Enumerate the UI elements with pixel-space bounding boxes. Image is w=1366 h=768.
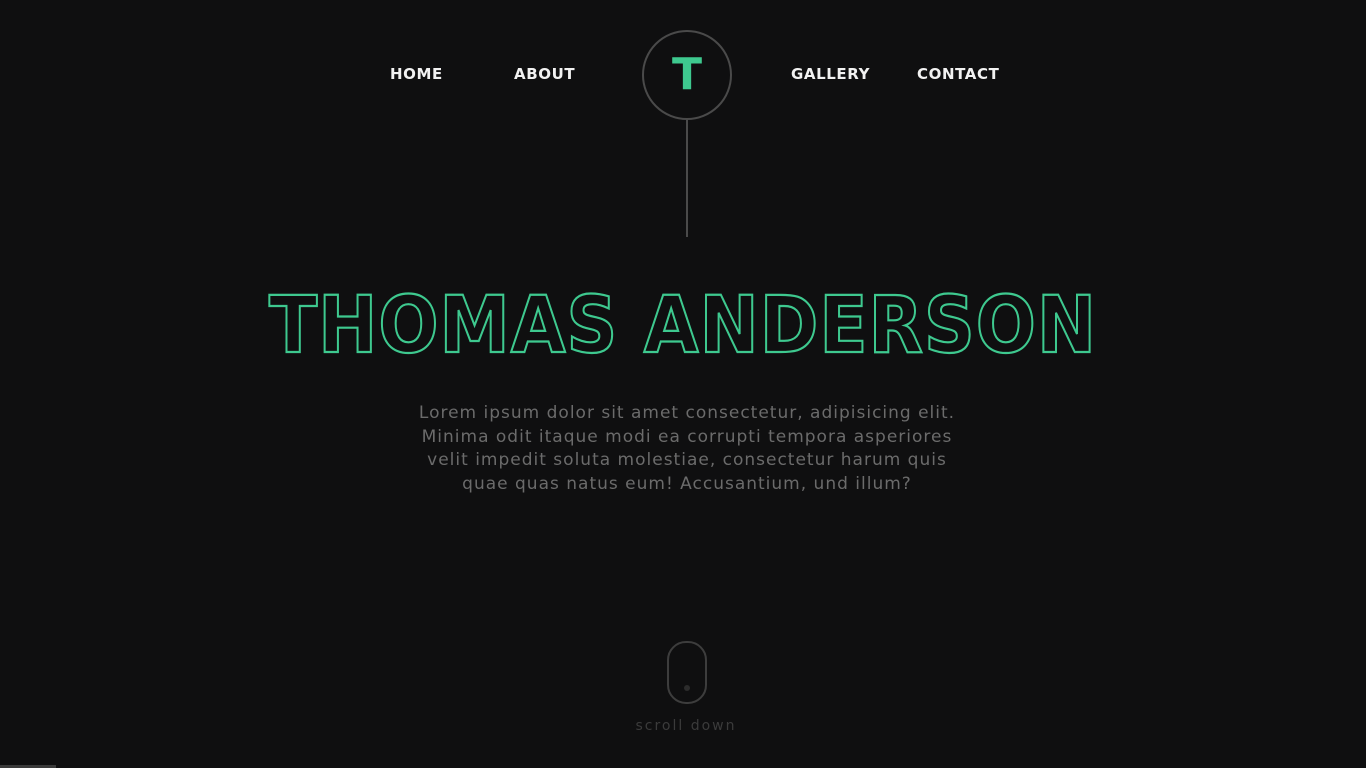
hero-name: THOMAS ANDERSON: [160, 272, 1206, 372]
nav-home-link[interactable]: HOME: [390, 62, 443, 86]
logo[interactable]: T: [642, 30, 732, 120]
nav-about-link[interactable]: ABOUT: [514, 62, 575, 86]
scroll-down-label: scroll down: [635, 718, 737, 734]
hero-description: Lorem ipsum dolor sit amet consectetur, …: [418, 403, 956, 494]
nav-contact-link[interactable]: CONTACT: [917, 62, 999, 86]
nav-gallery-link[interactable]: GALLERY: [791, 62, 870, 86]
logo-stem-line: [686, 119, 688, 237]
hero-name-text: THOMAS ANDERSON: [269, 281, 1097, 371]
mouse-wheel-dot: [684, 685, 690, 691]
page: HOME ABOUT T GALLERY CONTACT THOMAS ANDE…: [0, 0, 1366, 768]
mouse-scroll-icon[interactable]: [667, 641, 707, 704]
logo-letter: T: [671, 49, 702, 100]
hero-name-outline: THOMAS ANDERSON: [268, 280, 1097, 372]
